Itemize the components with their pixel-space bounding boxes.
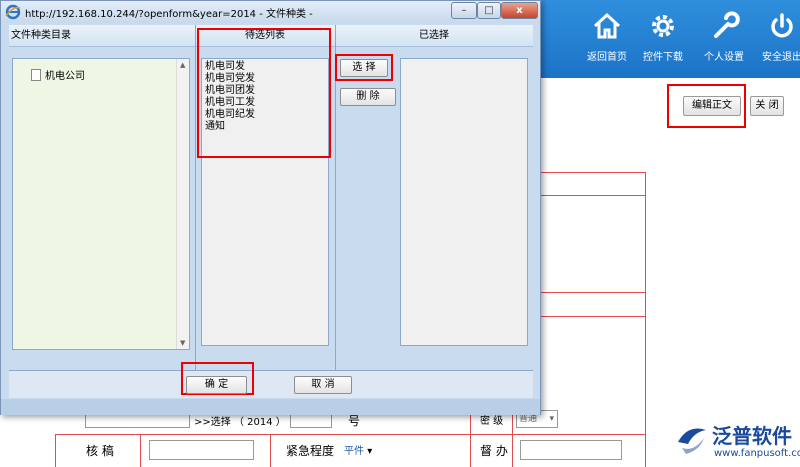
form-grid-line	[540, 316, 646, 317]
nav-personal-settings[interactable]: 个人设置	[694, 10, 754, 63]
edit-body-button[interactable]: 编辑正文	[683, 96, 741, 116]
nav-personal-settings-label: 个人设置	[704, 52, 744, 63]
minimize-button[interactable]: –	[451, 2, 477, 19]
highlight-candidate-list	[197, 28, 331, 158]
close-page-button[interactable]: 关 闭	[750, 96, 784, 116]
dialog-footer	[9, 370, 533, 398]
form-grid-line	[512, 412, 513, 467]
supervise-input[interactable]	[520, 440, 622, 460]
level-select-value: 普通	[519, 414, 538, 424]
urgency-select-value: 平件	[344, 446, 364, 457]
content-area	[540, 78, 800, 467]
dialog-status-strip	[1, 399, 540, 415]
select-button[interactable]: 选 择	[340, 59, 388, 77]
catalog-scrollbar[interactable]: ▲ ▼	[176, 59, 189, 349]
nav-control-download[interactable]: 控件下载	[633, 10, 693, 63]
column-divider	[195, 25, 196, 370]
brand-url: www.fanpusoft.com	[714, 448, 800, 459]
nav-logout-label: 安全退出	[762, 52, 800, 63]
file-type-dialog: http://192.168.10.244/?openform&year=201…	[0, 0, 541, 415]
wrench-icon	[714, 11, 740, 38]
chevron-down-icon: ▾	[367, 446, 373, 457]
chevron-down-icon: ▾	[549, 414, 554, 424]
document-icon	[31, 69, 41, 81]
maximize-button[interactable]: □	[477, 2, 501, 19]
tree-item[interactable]: 机电公司	[31, 67, 85, 82]
supervise-label: 督 办	[480, 444, 508, 458]
form-grid-line	[540, 195, 646, 196]
select-year-suffix: >>选择 （ 2014 ）	[194, 417, 286, 428]
urgency-select[interactable]: 平件 ▾	[344, 442, 372, 457]
selected-list[interactable]	[400, 58, 528, 346]
nav-home[interactable]: 返回首页	[577, 10, 637, 63]
review-label: 核 稿	[86, 444, 114, 458]
close-window-button[interactable]: x	[501, 2, 538, 19]
form-grid-line	[540, 172, 646, 173]
cancel-button[interactable]: 取 消	[294, 376, 352, 394]
form-grid-line	[55, 434, 645, 435]
gear-icon	[652, 15, 674, 37]
urgency-label: 紧急程度	[286, 444, 335, 458]
brand-name: 泛普软件	[712, 424, 792, 448]
form-grid-line	[540, 292, 646, 293]
brand-logo: 泛普软件 www.fanpusoft.com	[672, 420, 800, 467]
catalog-header: 文件种类目录	[9, 25, 195, 47]
tree-item-label: 机电公司	[45, 71, 85, 82]
dialog-title: http://192.168.10.244/?openform&year=201…	[25, 9, 313, 20]
form-grid-line	[55, 434, 56, 467]
nav-logout[interactable]: 安全退出	[752, 10, 800, 63]
ok-button[interactable]: 确 定	[186, 376, 247, 394]
review-input[interactable]	[149, 440, 254, 460]
home-icon	[593, 12, 621, 39]
logo-mark-icon	[678, 428, 706, 454]
dialog-titlebar[interactable]: http://192.168.10.244/?openform&year=201…	[1, 1, 540, 23]
power-icon	[771, 13, 793, 38]
delete-button[interactable]: 删 除	[340, 88, 396, 106]
nav-home-label: 返回首页	[587, 52, 627, 63]
catalog-tree[interactable]: 机电公司 ▲ ▼	[12, 58, 190, 350]
selected-header: 已选择	[335, 25, 533, 47]
document-form: >>选择 （ 2014 ） 号 密 级 普通 ▾ 核 稿 紧急程度 平件 ▾ 督 …	[0, 410, 660, 467]
form-grid-line	[470, 412, 471, 467]
browser-e-icon	[5, 4, 21, 20]
scroll-down-icon[interactable]: ▼	[180, 339, 185, 347]
scroll-up-icon[interactable]: ▲	[180, 61, 185, 69]
form-grid-line	[140, 434, 141, 467]
nav-control-download-label: 控件下载	[643, 52, 683, 63]
form-grid-line	[270, 434, 271, 467]
